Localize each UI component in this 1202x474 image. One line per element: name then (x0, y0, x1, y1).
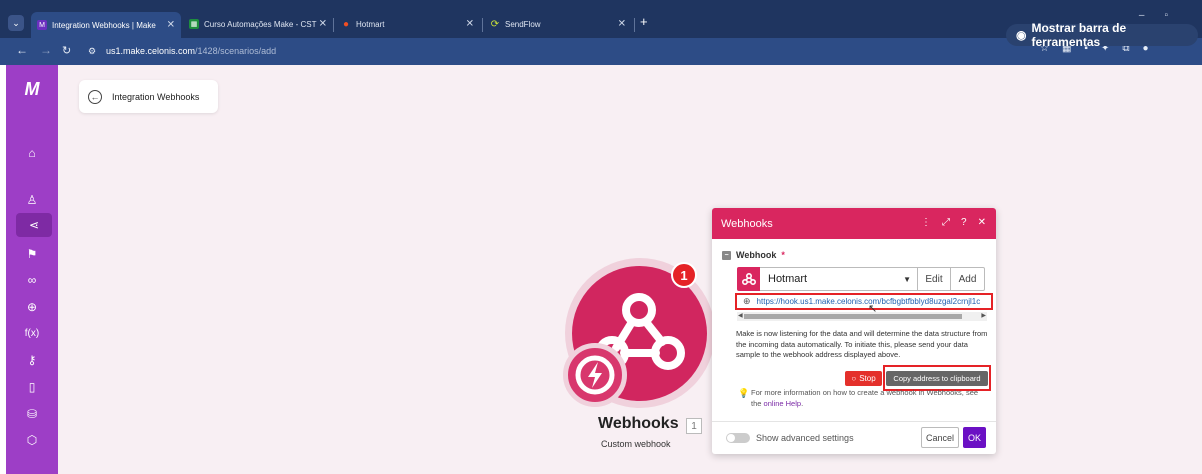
scenarios-icon[interactable]: ⋖ (16, 213, 52, 237)
datastructures-icon[interactable]: ⬡ (6, 428, 58, 452)
dialog-header: Webhooks ⋮ ⤢ ? ✕ (712, 208, 996, 239)
tab-title: Curso Automações Make - CST (204, 19, 317, 29)
close-icon[interactable]: ✕ (466, 19, 474, 30)
caret-down-icon: ▼ (903, 274, 911, 284)
tab-separator (333, 18, 334, 32)
scroll-right-icon[interactable]: ▶ (981, 312, 986, 319)
back-arrow-icon[interactable]: ← (88, 89, 102, 104)
scrollbar-thumb[interactable] (744, 314, 962, 319)
edit-button[interactable]: Edit (918, 267, 951, 291)
connections-icon[interactable]: ∞ (6, 268, 58, 292)
globe-icon: ⊕ (743, 296, 751, 306)
toolbar-hint-pill[interactable]: ◉ Mostrar barra de ferramentas (1006, 21, 1198, 49)
tab-search-button[interactable]: ⌄ (8, 15, 24, 31)
make-favicon-icon: M (37, 20, 47, 30)
chevron-down-icon: ⌄ (12, 17, 20, 28)
required-mark: * (781, 250, 785, 260)
toggle-knob (727, 434, 735, 442)
close-icon[interactable]: ✕ (319, 19, 327, 30)
mouse-cursor-icon: ↖ (868, 303, 878, 315)
webhook-url-field[interactable]: ⊕ https://hook.us1.make.celonis.com/bcfb… (735, 293, 993, 310)
tab-sendflow[interactable]: ⟳ SendFlow ✕ (484, 14, 632, 34)
field-label-text: Webhook (736, 250, 777, 260)
tab-title: Hotmart (356, 19, 385, 29)
keys-icon[interactable]: ⚷ (6, 348, 58, 372)
more-options-icon[interactable]: ⋮ (921, 217, 931, 228)
stop-button[interactable]: ○ Stop (845, 371, 882, 386)
make-sidebar: M ⌂ ♙ ⋖ ⚑ ∞ ⊕ f(x) ⚷ ▯ ⛁ ⬡ (6, 65, 58, 474)
devices-icon[interactable]: ▯ (6, 375, 58, 399)
help-icon[interactable]: ? (961, 217, 967, 228)
toolbar-hint-text: Mostrar barra de ferramentas (1031, 21, 1127, 49)
close-icon[interactable]: ✕ (978, 217, 986, 228)
listening-info-text: Make is now listening for the data and w… (736, 329, 988, 359)
help-tip: 💡 For more information on how to create … (738, 388, 988, 409)
lightbulb-icon: 💡 (738, 388, 750, 398)
scenario-back-card[interactable]: ← Integration Webhooks (79, 80, 218, 113)
tab-separator (482, 18, 483, 32)
make-logo[interactable]: M (6, 79, 58, 100)
module-number: 1 (686, 418, 702, 434)
tab-title: SendFlow (505, 19, 541, 29)
close-icon[interactable]: ✕ (618, 19, 626, 30)
webhook-select-row: Hotmart ▼ Edit Add (737, 267, 985, 291)
cancel-button[interactable]: Cancel (921, 427, 959, 448)
tab-curso[interactable]: ▦ Curso Automações Make - CST ✕ (183, 14, 333, 34)
back-arrow-icon[interactable]: ← (16, 43, 28, 57)
forward-arrow-icon[interactable]: → (40, 43, 52, 57)
url-host: us1.make.celonis.com (106, 46, 196, 56)
home-icon[interactable]: ⌂ (6, 141, 58, 165)
stop-circle-icon: ○ (851, 374, 857, 383)
eye-icon: ◉ (1016, 28, 1027, 42)
sheets-favicon-icon: ▦ (189, 19, 199, 29)
selected-webhook: Hotmart (768, 273, 808, 285)
new-tab-button[interactable]: + (640, 14, 648, 29)
url-path: /1428/scenarios/add (195, 46, 277, 56)
lightning-icon (575, 355, 615, 395)
dialog-title: Webhooks (721, 217, 773, 230)
webhook-select[interactable]: Hotmart ▼ (760, 267, 918, 291)
copy-address-button[interactable]: Copy address to clipboard (886, 371, 988, 386)
advanced-settings-toggle[interactable] (726, 433, 750, 443)
module-title: Webhooks (598, 415, 679, 432)
operation-count-badge: 1 (671, 262, 697, 288)
sendflow-favicon-icon: ⟳ (490, 18, 500, 30)
module-subtitle: Custom webhook (601, 439, 671, 449)
window-controls: –▫ (1138, 10, 1188, 21)
tab-hotmart[interactable]: ● Hotmart ✕ (335, 14, 480, 34)
tab-integration-webhooks[interactable]: M Integration Webhooks | Make ✕ (31, 12, 181, 38)
team-icon[interactable]: ♙ (6, 188, 58, 212)
add-button[interactable]: Add (951, 267, 985, 291)
templates-icon[interactable]: ⚑ (6, 242, 58, 266)
scenario-name: Integration Webhooks (112, 91, 200, 102)
webhook-icon (741, 272, 756, 286)
collapse-checkbox[interactable]: − (722, 250, 731, 260)
expand-icon[interactable]: ⤢ (942, 217, 950, 228)
tab-title: Integration Webhooks | Make (52, 20, 156, 30)
ok-button[interactable]: OK (963, 427, 986, 448)
stop-label: Stop (859, 374, 876, 383)
webhook-field-label: − Webhook * (722, 250, 785, 260)
dialog-actions: ⋮ ⤢ ? ✕ (921, 217, 986, 228)
instant-trigger-badge (563, 343, 627, 407)
webhook-select-icon (737, 267, 760, 291)
flame-favicon-icon: ● (342, 18, 350, 30)
online-help-link[interactable]: online Help (764, 399, 802, 408)
scroll-left-icon[interactable]: ◀ (738, 312, 743, 319)
webhooks-dialog: Webhooks ⋮ ⤢ ? ✕ − Webhook * Hotmart ▼ Ed… (712, 208, 996, 454)
datastores-icon[interactable]: ⛁ (6, 402, 58, 426)
address-bar[interactable]: us1.make.celonis.com/1428/scenarios/add (106, 46, 276, 56)
reload-icon[interactable]: ↻ (62, 44, 71, 57)
dialog-footer-divider (712, 421, 996, 422)
advanced-settings-label: Show advanced settings (756, 433, 854, 443)
url-scrollbar[interactable]: ◀ ▶ (737, 312, 987, 321)
functions-icon[interactable]: f(x) (6, 321, 58, 345)
webhooks-icon[interactable]: ⊕ (6, 295, 58, 319)
tip-end: . (801, 398, 804, 408)
close-icon[interactable]: ✕ (167, 20, 175, 31)
tab-separator (634, 18, 635, 32)
site-info-icon[interactable]: ⚙ (88, 46, 96, 57)
